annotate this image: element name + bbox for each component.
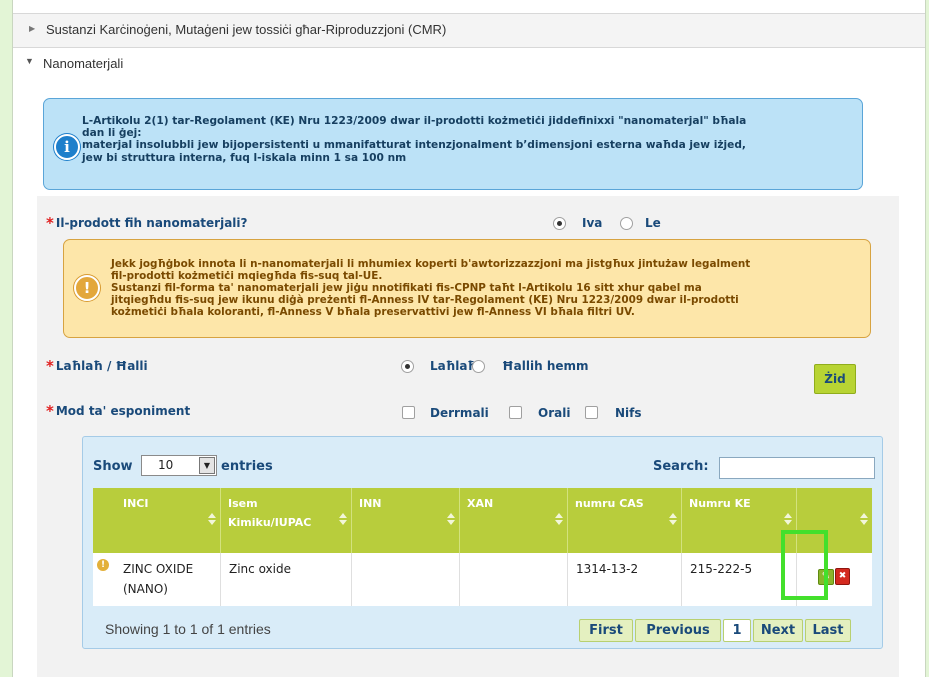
sort-icon [555,513,563,526]
info-line: materjal insolubbli jew bijopersistenti … [82,139,746,152]
pager-first[interactable]: First [579,619,633,642]
checkbox-dermal-label[interactable]: Derrmali [430,406,489,420]
warning-message: ! Jekk jogħġbok innota li n-nanomaterjal… [63,239,871,338]
exposure-label: * Mod ta' esponiment [46,401,191,420]
highlight-frame [781,530,828,600]
lahlah-label: * Laħlaħ / Ħalli [46,356,148,375]
show-label: Show [93,459,133,474]
warning-line: fil-prodotti kożmetiċi mqiegħda fis-suq … [111,270,383,282]
warning-line: kożmetiċi bħala koloranti, fl-Anness V b… [111,306,635,318]
radio-hallih[interactable] [472,360,485,373]
column-inn[interactable]: INN [352,488,460,553]
nano-question-label: * Il-prodott fih nanomaterjali? [46,213,248,232]
search-label: Search: [653,459,709,474]
column-cas[interactable]: numru CAS [568,488,682,553]
info-circle-icon: i [54,134,80,160]
pager-last[interactable]: Last [805,619,851,642]
page-size-value: 10 [158,458,174,472]
nano-question-text: Il-prodott fih nanomaterjali? [55,216,248,230]
info-line: jew bi struttura interna, fuq l-iskala m… [82,151,407,164]
section-nanomaterials-title: Nanomaterjali [43,56,124,71]
radio-yes-label[interactable]: Iva [582,216,602,230]
info-line: L-Artikolu 2(1) tar-Regolament (KE) Nru … [82,115,747,127]
entries-label: entries [221,459,273,474]
warning-line: jitqiegħdu fis-suq jew ikunu diġà preżen… [111,294,739,306]
radio-yes[interactable] [553,217,566,230]
cell-chemical-name: Zinc oxide [221,553,352,606]
exposure-text: Mod ta' esponiment [55,404,191,418]
table-header: INCI Isem Kimiku/IUPAC INN XAN numru CAS… [93,488,872,553]
column-ec[interactable]: Numru KE [682,488,797,553]
checkbox-dermal[interactable] [402,406,415,419]
column-xan[interactable]: XAN [460,488,568,553]
add-button[interactable]: Żid [814,364,856,394]
main-panel: ▶ Sustanzi Karċinoġeni, Mutaġeni jew tos… [12,0,926,677]
checkbox-nifs-label[interactable]: Nifs [615,406,642,420]
nanomaterial-form: * Il-prodott fih nanomaterjali? Iva Le ! … [37,196,899,677]
triangle-right-icon: ▶ [29,24,36,33]
checkbox-oral[interactable] [509,406,522,419]
sort-icon [208,513,216,526]
info-message: i L-Artikolu 2(1) tar-Regolament (KE) Nr… [43,98,863,190]
cell-cas: 1314-13-2 [568,553,682,606]
warning-line: Sustanzi fil-forma ta' nanomaterjali jew… [111,282,702,294]
chevron-down-icon[interactable]: ▼ [199,457,215,474]
radio-no-label[interactable]: Le [645,216,661,230]
search-input[interactable] [719,457,875,479]
warning-line: Jekk jogħġbok innota li n-nanomaterjali … [111,258,751,270]
required-marker: * [46,214,54,232]
sort-icon [860,513,868,526]
lahlah-text: Laħlaħ / Ħalli [55,359,148,373]
warning-text: Jekk jogħġbok innota li n-nanomaterjali … [111,258,861,318]
radio-hallih-label[interactable]: Ħallih hemm [502,359,589,373]
nanomaterials-table-panel: Show 10 ▼ entries Search: INCI Isem Kimi… [82,436,883,649]
sort-icon [669,513,677,526]
info-text: L-Artikolu 2(1) tar-Regolament (KE) Nru … [82,115,857,164]
triangle-down-icon: ▼ [25,56,34,66]
pager-current-page[interactable]: 1 [723,619,751,642]
checkbox-oral-label[interactable]: Orali [538,406,570,420]
table-info: Showing 1 to 1 of 1 entries [105,621,271,637]
radio-lahlah-label[interactable]: Laħlaħ [430,359,477,373]
column-inci[interactable]: INCI [93,488,221,553]
cell-ec: 215-222-5 [682,553,797,606]
info-line: dan li ġej: [82,127,142,140]
nanomaterials-table: INCI Isem Kimiku/IUPAC INN XAN numru CAS… [93,488,872,606]
checkbox-nifs[interactable] [585,406,598,419]
cell-inn [352,553,460,606]
section-cmr-title: Sustanzi Karċinoġeni, Mutaġeni jew tossi… [46,22,447,37]
sort-icon [447,513,455,526]
pager-previous[interactable]: Previous [635,619,721,642]
sort-icon [339,513,347,526]
sort-icon [784,513,792,526]
section-cmr[interactable]: ▶ Sustanzi Karċinoġeni, Mutaġeni jew tos… [13,13,925,48]
cell-inci: ! ZINC OXIDE (NANO) [93,553,221,606]
required-marker: * [46,402,54,420]
trash-icon[interactable]: ✖ [835,568,850,585]
cell-xan [460,553,568,606]
required-marker: * [46,357,54,375]
page-size-select[interactable]: 10 ▼ [141,455,217,476]
column-chemical-name[interactable]: Isem Kimiku/IUPAC [221,488,352,553]
exclamation-circle-icon: ! [74,275,100,301]
table-row: ! ZINC OXIDE (NANO) Zinc oxide 1314-13-2 [93,553,872,606]
section-nanomaterials[interactable]: ▼ Nanomaterjali [13,52,925,74]
pager-next[interactable]: Next [753,619,803,642]
radio-no[interactable] [620,217,633,230]
radio-lahlah[interactable] [401,360,414,373]
warning-dot-icon: ! [97,559,109,571]
